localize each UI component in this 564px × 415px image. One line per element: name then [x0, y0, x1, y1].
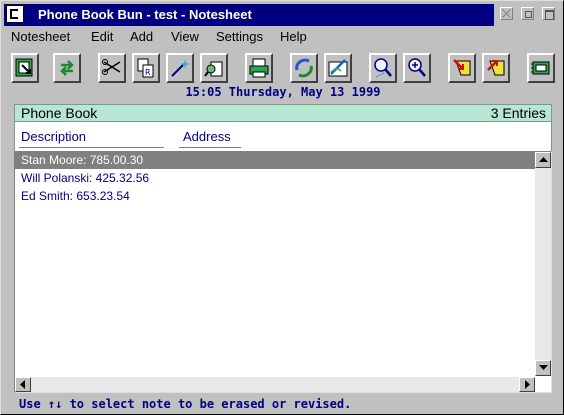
- prev-note-button[interactable]: [448, 53, 476, 83]
- arrow-right-icon: [525, 380, 530, 389]
- status-bar: Use ↑↓ to select note to be erased or re…: [19, 397, 352, 411]
- svg-text:R: R: [145, 68, 151, 77]
- scroll-up-button[interactable]: [535, 152, 551, 168]
- magic-wand-icon: [171, 59, 190, 77]
- title-bar[interactable]: Phone Book Bun - test - Notesheet: [4, 4, 494, 26]
- exit-button[interactable]: [11, 53, 39, 83]
- cut-button[interactable]: [98, 53, 126, 83]
- print-icon: [249, 58, 269, 78]
- column-divider: [19, 147, 164, 148]
- list-item[interactable]: Will Polanski: 425.32.56: [15, 170, 535, 187]
- copy-icon: R: [137, 58, 154, 78]
- book-button[interactable]: [527, 53, 555, 83]
- scroll-left-button[interactable]: [15, 377, 31, 392]
- exit-icon: [15, 58, 33, 77]
- vertical-scrollbar[interactable]: [535, 152, 551, 376]
- undo-button[interactable]: [53, 53, 81, 83]
- arrow-up-icon: [539, 157, 548, 162]
- menu-notesheet[interactable]: Notesheet: [11, 29, 70, 44]
- print-button[interactable]: [245, 53, 273, 83]
- zoom-in-button[interactable]: [403, 53, 431, 83]
- note-edit-icon: [328, 59, 348, 77]
- app-icon[interactable]: [6, 5, 24, 23]
- column-description[interactable]: Description: [21, 129, 86, 144]
- app-window: Phone Book Bun - test - Notesheet Notesh…: [0, 0, 564, 415]
- column-address[interactable]: Address: [183, 129, 231, 144]
- dial-button[interactable]: [290, 53, 318, 83]
- entry-list-area: Stan Moore: 785.00.30 Will Polanski: 425…: [14, 151, 552, 393]
- next-note-button[interactable]: [482, 53, 510, 83]
- note-edit-button[interactable]: [324, 53, 352, 83]
- maximize-button[interactable]: [542, 7, 555, 20]
- menu-edit[interactable]: Edit: [91, 29, 113, 44]
- copy-button[interactable]: R: [132, 53, 160, 83]
- horizontal-scrollbar[interactable]: [15, 377, 535, 392]
- zoom-in-icon: [408, 58, 426, 77]
- prev-note-icon: [453, 59, 471, 76]
- menu-help[interactable]: Help: [280, 29, 307, 44]
- menu-view[interactable]: View: [171, 29, 199, 44]
- panel-title: Phone Book: [21, 105, 98, 121]
- list-item[interactable]: Stan Moore: 785.00.30: [15, 152, 535, 169]
- undo-icon: [60, 60, 74, 76]
- entry-count: 3 Entries: [490, 105, 546, 121]
- zoom-out-icon: [374, 58, 392, 78]
- datetime-display: 15:05 Thursday, May 13 1999: [185, 85, 381, 99]
- cut-icon: [102, 59, 121, 75]
- dial-phone-icon: [295, 58, 313, 78]
- arrow-down-icon: [539, 365, 548, 370]
- column-divider: [179, 147, 241, 148]
- menu-add[interactable]: Add: [130, 29, 153, 44]
- next-note-icon: [487, 60, 505, 76]
- scroll-right-button[interactable]: [519, 377, 535, 392]
- find-button[interactable]: [200, 53, 228, 83]
- list-item[interactable]: Ed Smith: 653.23.54: [15, 188, 535, 205]
- scroll-down-button[interactable]: [535, 360, 551, 376]
- menu-settings[interactable]: Settings: [216, 29, 263, 44]
- magic-button[interactable]: [166, 53, 194, 83]
- column-header: Description Address: [14, 122, 552, 151]
- minimize-button[interactable]: [521, 7, 534, 20]
- arrow-left-icon: [20, 380, 25, 389]
- close-button[interactable]: [500, 7, 513, 20]
- find-icon: [204, 61, 223, 77]
- book-icon: [531, 61, 550, 75]
- window-title: Phone Book Bun - test - Notesheet: [38, 7, 252, 22]
- zoom-out-button[interactable]: [369, 53, 397, 83]
- panel-header: Phone Book 3 Entries: [14, 104, 552, 122]
